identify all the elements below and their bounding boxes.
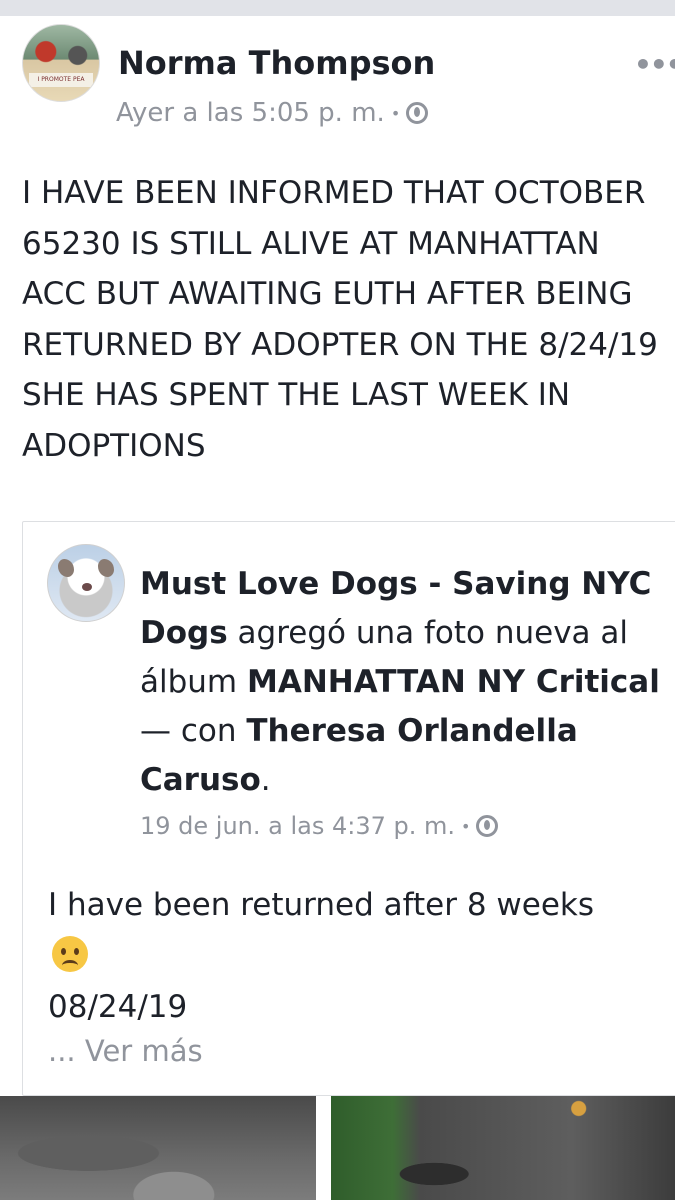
dog-photo-1[interactable] (0, 1096, 316, 1200)
meta-separator: • (461, 816, 471, 836)
album-name[interactable]: MANHATTAN NY Critical (247, 664, 660, 700)
page-avatar[interactable] (47, 544, 125, 622)
sad-face-emoji (52, 936, 88, 972)
post-timestamp[interactable]: Ayer a las 5:05 p. m. (116, 98, 385, 128)
author-avatar[interactable]: I PROMOTE PEA (22, 24, 100, 102)
end-punct: . (260, 762, 271, 798)
see-more-link[interactable]: ... Ver más (48, 1034, 203, 1068)
globe-icon (406, 102, 429, 124)
shared-body: I have been returned after 8 weeks 08/24… (48, 880, 608, 1033)
see-more-label[interactable]: Ver más (85, 1034, 203, 1068)
post-meta: Ayer a las 5:05 p. m. • (116, 98, 429, 128)
avatar-caption: I PROMOTE PEA (29, 73, 93, 87)
with-text: — con (140, 713, 247, 749)
body-line-1: I have been returned after 8 weeks (48, 887, 594, 923)
meta-separator: • (390, 103, 401, 123)
shared-timestamp[interactable]: 19 de jun. a las 4:37 p. m. (140, 812, 455, 840)
dog-ear-right (98, 559, 114, 577)
shared-meta: 19 de jun. a las 4:37 p. m. • (140, 812, 499, 840)
shared-post-header: Must Love Dogs - Saving NYC Dogs agregó … (140, 560, 665, 805)
top-strip (0, 0, 675, 16)
author-name[interactable]: Norma Thompson (118, 44, 435, 82)
dog-photo-2[interactable] (331, 1096, 675, 1200)
more-options-button[interactable]: ••• (634, 48, 675, 81)
dog-ear-left (58, 559, 74, 577)
globe-icon (476, 815, 499, 837)
post-text: I HAVE BEEN INFORMED THAT OCTOBER 65230 … (22, 175, 658, 464)
dog-nose (82, 583, 92, 591)
body-line-2: 08/24/19 (48, 989, 188, 1025)
see-more-dots: ... (48, 1034, 76, 1068)
